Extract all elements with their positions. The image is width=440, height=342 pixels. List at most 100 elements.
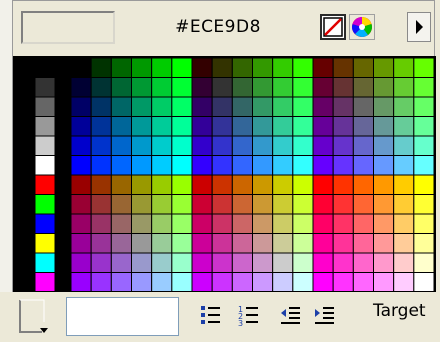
swatch-cell[interactable] (70, 96, 92, 117)
swatch-cell[interactable] (90, 116, 112, 137)
swatch-base-color[interactable] (34, 233, 56, 254)
swatch-cell[interactable] (231, 155, 253, 176)
swatch-cell[interactable] (131, 174, 153, 195)
swatch-cell[interactable] (231, 213, 253, 234)
swatch-cell[interactable] (70, 252, 92, 273)
swatch-base-color[interactable] (34, 252, 56, 273)
swatch-cell[interactable] (292, 96, 314, 117)
swatch-black[interactable] (15, 194, 36, 215)
swatch-cell[interactable] (413, 174, 434, 195)
swatch-base-color[interactable] (34, 116, 56, 137)
swatch-cell[interactable] (393, 135, 415, 156)
swatch-cell[interactable] (252, 252, 274, 273)
swatch-cell[interactable] (352, 116, 375, 137)
swatch-cell[interactable] (171, 233, 193, 254)
swatch-cell[interactable] (352, 213, 375, 234)
swatch-cell[interactable] (131, 77, 153, 98)
swatch-base-color[interactable] (34, 58, 56, 78)
swatch-separator[interactable] (54, 116, 72, 137)
swatch-cell[interactable] (211, 155, 233, 176)
swatch-cell[interactable] (332, 213, 354, 234)
swatch-cell[interactable] (151, 272, 173, 292)
swatch-base-color[interactable] (34, 96, 56, 117)
swatch-separator[interactable] (54, 96, 72, 117)
no-color-button[interactable] (320, 14, 346, 40)
swatch-cell[interactable] (110, 77, 133, 98)
swatch-separator[interactable] (54, 194, 72, 215)
swatch-cell[interactable] (252, 77, 274, 98)
swatch-separator[interactable] (54, 155, 72, 176)
swatch-cell[interactable] (312, 233, 334, 254)
swatch-cell[interactable] (90, 272, 112, 292)
swatch-cell[interactable] (252, 96, 274, 117)
swatch-cell[interactable] (110, 116, 133, 137)
swatch-cell[interactable] (131, 96, 153, 117)
swatch-cell[interactable] (312, 135, 334, 156)
swatch-black[interactable] (15, 135, 36, 156)
swatch-black[interactable] (15, 252, 36, 273)
swatch-cell[interactable] (413, 155, 434, 176)
swatch-cell[interactable] (151, 252, 173, 273)
swatch-cell[interactable] (70, 174, 92, 195)
swatch-cell[interactable] (211, 58, 233, 78)
swatch-cell[interactable] (70, 116, 92, 137)
swatch-cell[interactable] (312, 96, 334, 117)
swatch-cell[interactable] (131, 194, 153, 215)
swatch-cell[interactable] (292, 233, 314, 254)
swatch-cell[interactable] (70, 272, 92, 292)
swatch-cell[interactable] (393, 272, 415, 292)
swatch-cell[interactable] (413, 194, 434, 215)
swatch-cell[interactable] (352, 155, 375, 176)
swatch-cell[interactable] (231, 135, 253, 156)
swatch-cell[interactable] (373, 96, 395, 117)
swatch-cell[interactable] (312, 116, 334, 137)
swatch-separator[interactable] (54, 252, 72, 273)
swatch-cell[interactable] (272, 252, 294, 273)
swatch-cell[interactable] (373, 252, 395, 273)
swatch-cell[interactable] (373, 155, 395, 176)
swatch-cell[interactable] (352, 135, 375, 156)
swatch-cell[interactable] (231, 194, 253, 215)
swatch-base-color[interactable] (34, 174, 56, 195)
color-swatch-grid[interactable] (13, 56, 436, 293)
swatch-cell[interactable] (110, 252, 133, 273)
swatch-cell[interactable] (312, 58, 334, 78)
swatch-cell[interactable] (110, 155, 133, 176)
swatch-separator[interactable] (54, 174, 72, 195)
swatch-cell[interactable] (171, 77, 193, 98)
swatch-cell[interactable] (332, 272, 354, 292)
swatch-cell[interactable] (191, 135, 213, 156)
swatch-separator[interactable] (54, 213, 72, 234)
swatch-cell[interactable] (90, 58, 112, 78)
swatch-cell[interactable] (110, 213, 133, 234)
swatch-cell[interactable] (332, 116, 354, 137)
swatch-cell[interactable] (90, 135, 112, 156)
swatch-cell[interactable] (292, 135, 314, 156)
swatch-cell[interactable] (90, 174, 112, 195)
swatch-base-color[interactable] (34, 155, 56, 176)
swatch-cell[interactable] (191, 174, 213, 195)
swatch-cell[interactable] (70, 194, 92, 215)
swatch-cell[interactable] (131, 233, 153, 254)
swatch-cell[interactable] (292, 77, 314, 98)
indent-icon[interactable] (314, 303, 336, 327)
swatch-cell[interactable] (332, 135, 354, 156)
unordered-list-icon[interactable] (200, 303, 222, 327)
swatch-cell[interactable] (151, 96, 173, 117)
swatch-cell[interactable] (131, 116, 153, 137)
swatch-base-color[interactable] (34, 194, 56, 215)
swatch-cell[interactable] (272, 213, 294, 234)
swatch-cell[interactable] (252, 174, 274, 195)
swatch-cell[interactable] (332, 194, 354, 215)
swatch-separator[interactable] (54, 135, 72, 156)
swatch-cell[interactable] (131, 252, 153, 273)
swatch-cell[interactable] (231, 174, 253, 195)
swatch-cell[interactable] (151, 135, 173, 156)
swatch-cell[interactable] (332, 96, 354, 117)
swatch-cell[interactable] (272, 96, 294, 117)
swatch-cell[interactable] (393, 252, 415, 273)
swatch-cell[interactable] (252, 116, 274, 137)
swatch-cell[interactable] (252, 213, 274, 234)
swatch-cell[interactable] (171, 135, 193, 156)
swatch-cell[interactable] (171, 272, 193, 292)
